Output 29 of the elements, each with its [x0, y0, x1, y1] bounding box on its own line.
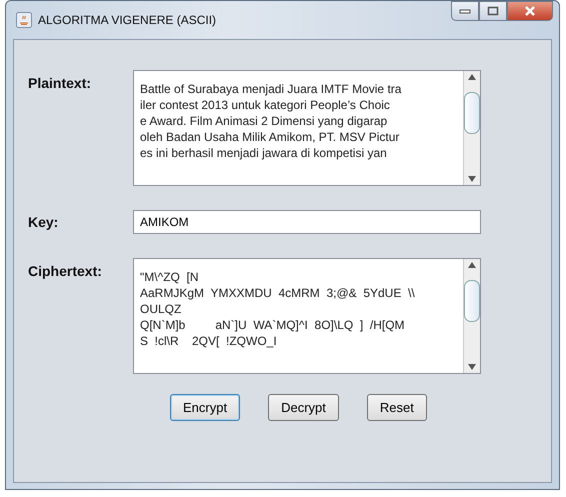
window-title: ALGORITMA VIGENERE (ASCII) — [38, 13, 218, 27]
maximize-icon — [487, 6, 499, 16]
ciphertext-area[interactable]: "M\^ZQ [N AaRMJKgM YMXXMDU 4cMRM 3;@& 5YdUE \\ OULQZ Q[N`M]b aN`]U WA`MQ]^I 8O]\LQ ] /H[QM S !cl\R 2QV[ !ZQWO_I — [133, 258, 481, 374]
action-button[interactable]: Decrypt — [268, 394, 339, 421]
action-button[interactable]: Encrypt — [170, 394, 240, 421]
text-line: Q[N`M]b aN`]U WA`MQ]^I 8O]\LQ ] /H[QM — [140, 317, 406, 333]
key-field[interactable]: AMIKOM — [133, 210, 481, 234]
text-line: AaRMJKgM YMXXMDU 4cMRM 3;@& 5YdUE \\ — [140, 285, 416, 301]
action-button[interactable]: Reset — [366, 394, 427, 421]
text-line: OULQZ — [140, 301, 182, 317]
text-line: Battle of Surabaya menjadi Juara IMTF Movie tra — [140, 81, 402, 97]
text-line: oleh Badan Usaha Milik Amikom, PT. MSV Pictur — [140, 129, 400, 145]
text-line: "M\^ZQ [N — [140, 269, 200, 285]
minimize-icon — [459, 8, 471, 14]
close-button[interactable] — [507, 1, 553, 21]
minimize-button[interactable] — [451, 1, 479, 21]
maximize-button[interactable] — [479, 1, 507, 21]
text-line: es ini berhasil menjadi jawara di kompetisi yan — [140, 145, 388, 161]
key-label: Key: — [28, 214, 60, 230]
app-icon — [16, 12, 32, 28]
scrollbar[interactable] — [463, 259, 480, 373]
scrollbar[interactable] — [463, 71, 480, 185]
ciphertext-label: Ciphertext: — [28, 262, 103, 279]
plaintext-area[interactable] — [133, 70, 481, 186]
text-line: e Award. Film Animasi 2 Dimensi yang digarap — [140, 113, 388, 129]
text-line: S !cl\R 2QV[ !ZQWO_I — [140, 333, 278, 349]
text-line: iler contest 2013 untuk kategori People’s Choic — [140, 97, 391, 113]
plaintext-label: Plaintext: — [28, 74, 92, 91]
close-icon — [524, 6, 536, 16]
